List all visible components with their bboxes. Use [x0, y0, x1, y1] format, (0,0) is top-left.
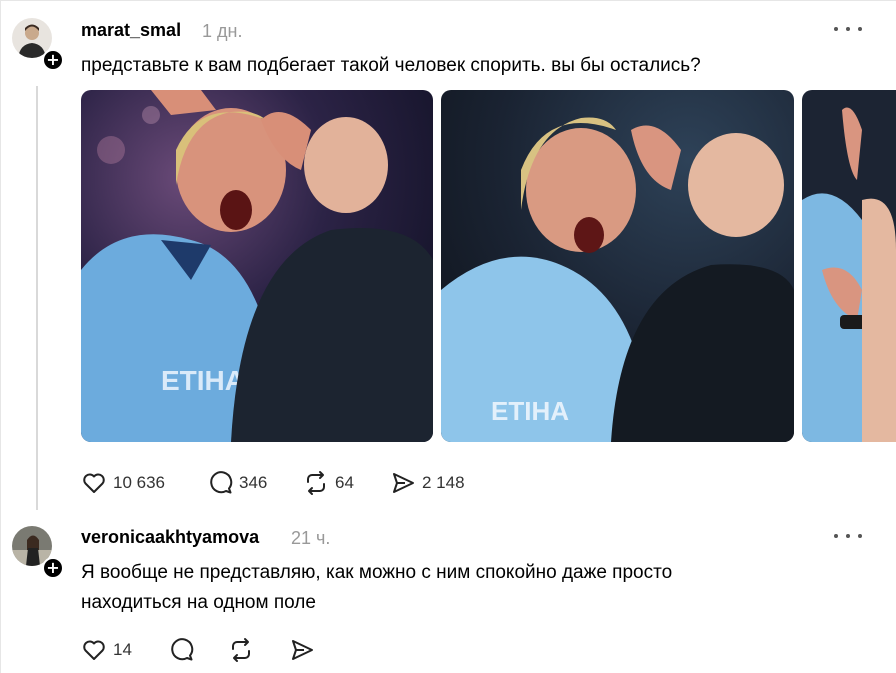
- comment-button[interactable]: 346: [207, 470, 267, 496]
- reply-share-button[interactable]: [289, 637, 315, 663]
- like-count: 10 636: [113, 473, 165, 492]
- follow-plus-icon[interactable]: +: [42, 49, 64, 71]
- post-photo-1[interactable]: ETIHA: [81, 90, 433, 442]
- reply-username[interactable]: veronicaakhtyamova: [81, 527, 259, 548]
- reply-comment-button[interactable]: [168, 637, 194, 663]
- heart-icon: [83, 640, 105, 660]
- post-photo-2[interactable]: ETIHA: [441, 90, 794, 442]
- send-arrow-icon: [292, 640, 313, 660]
- reply-follow-plus-icon[interactable]: +: [42, 557, 64, 579]
- reply-timestamp[interactable]: 21 ч.: [291, 528, 330, 549]
- heart-icon: [83, 473, 105, 493]
- reply-text-line1: Я вообще не представляю, как можно с ним…: [81, 562, 673, 583]
- share-button[interactable]: 2 148: [390, 470, 465, 496]
- reply-like-count: 14: [113, 640, 132, 659]
- thread-connector-line: [36, 86, 38, 510]
- send-arrow-icon: [393, 473, 414, 493]
- like-button[interactable]: 10 636: [81, 470, 165, 496]
- comment-count: 346: [239, 473, 268, 492]
- svg-text:ETIHA: ETIHA: [491, 396, 569, 426]
- repost-button[interactable]: 64: [303, 470, 354, 496]
- reply-like-button[interactable]: 14: [81, 637, 132, 663]
- post-more-dots-icon[interactable]: [834, 24, 862, 34]
- comment-bubble-icon: [210, 471, 233, 494]
- reply-text-line2: находиться на одном поле: [81, 592, 316, 613]
- svg-text:ETIHA: ETIHA: [161, 365, 245, 396]
- comment-bubble-icon: [171, 638, 194, 661]
- repost-arrows-icon: [307, 471, 325, 495]
- post-photo-3[interactable]: [802, 90, 896, 442]
- repost-arrows-icon: [232, 638, 250, 662]
- repost-count: 64: [335, 473, 354, 492]
- share-count: 2 148: [422, 473, 465, 492]
- reply-repost-button[interactable]: [228, 637, 254, 663]
- post-text: представьте к вам подбегает такой челове…: [81, 55, 701, 76]
- post-username[interactable]: marat_smal: [81, 20, 181, 41]
- reply-more-dots-icon[interactable]: [834, 531, 862, 541]
- post-timestamp[interactable]: 1 дн.: [202, 21, 242, 42]
